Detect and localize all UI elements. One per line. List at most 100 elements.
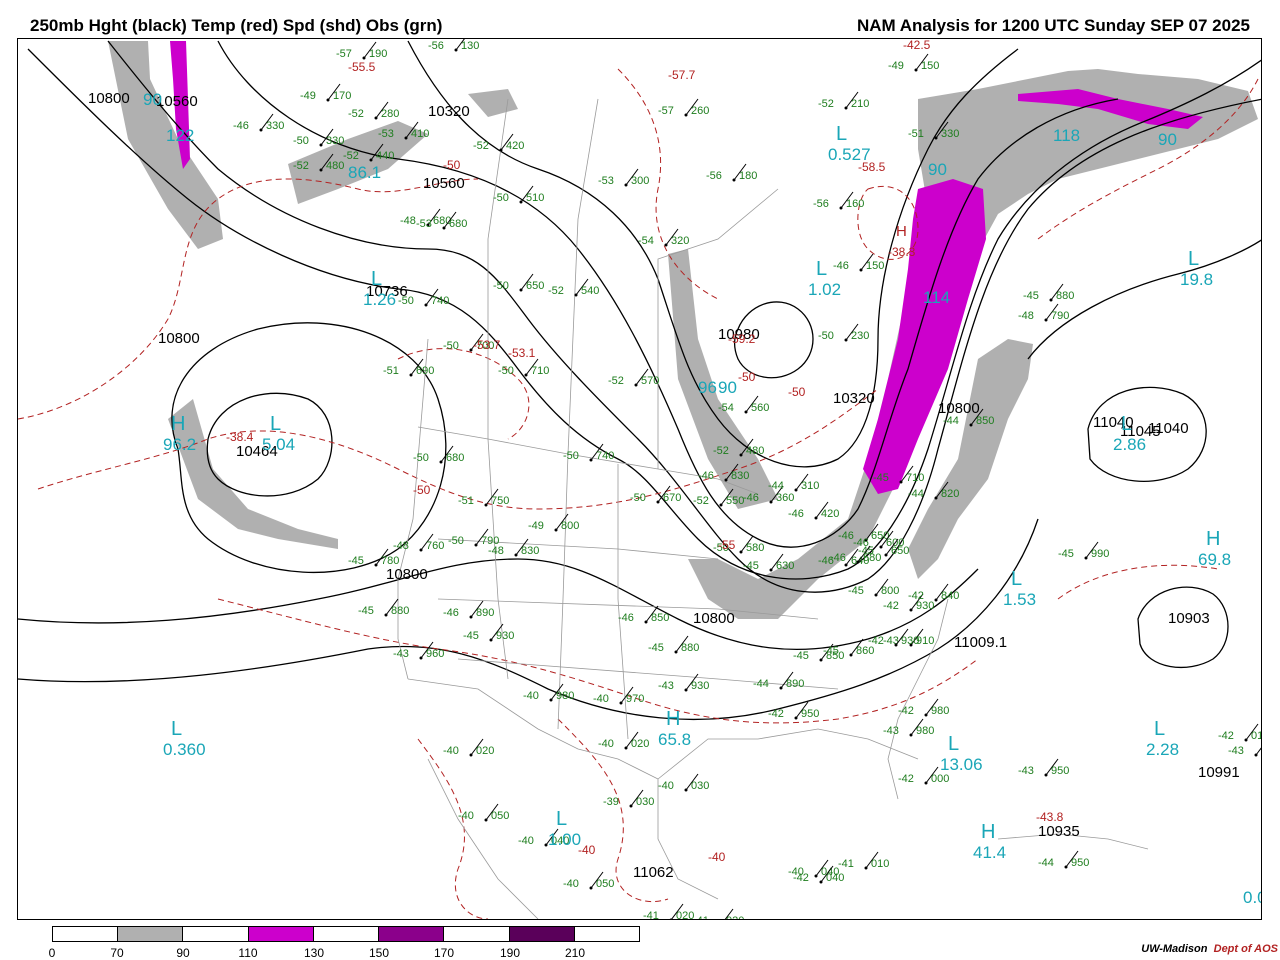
obs-height: 880 [681, 642, 699, 654]
obs-height: 150 [866, 260, 884, 272]
height-label: 10800 [386, 566, 428, 583]
obs-height: 330 [326, 135, 344, 147]
obs-temperature: -40 [598, 738, 614, 750]
obs-height: 030 [691, 780, 709, 792]
obs-height: 980 [556, 690, 574, 702]
scale-tick-label: 190 [499, 946, 521, 960]
obs-height: 850 [651, 612, 669, 624]
obs-height: 680 [449, 218, 467, 230]
pressure-center-letter: L [816, 258, 828, 280]
station-plot: -45 800 [848, 578, 899, 597]
station-plot: -57 260 [658, 98, 709, 117]
credit-dept: Dept of AOS [1213, 943, 1278, 955]
obs-height: 050 [491, 810, 509, 822]
pressure-center-value: 69.8 [1198, 550, 1232, 569]
obs-temperature: -50 [413, 452, 429, 464]
scale-tick-label: 0 [48, 946, 56, 960]
obs-height: 150 [921, 60, 939, 72]
obs-temperature: -49 [528, 520, 544, 532]
temperature-label: -38.4 [226, 430, 254, 444]
station-plot: -45 880 [358, 598, 409, 617]
obs-height: 970 [626, 693, 644, 705]
obs-temperature: -40 [443, 745, 459, 757]
speed-label: 90 [928, 160, 947, 179]
obs-temperature: -40 [563, 878, 579, 890]
pressure-center-letter: L [1188, 248, 1200, 270]
temperature-label: -43.8 [1036, 810, 1064, 824]
obs-height: 830 [521, 545, 539, 557]
station-plot: -44 950 [1038, 850, 1089, 869]
speed-label: 122 [166, 126, 195, 145]
scale-tick-label: 90 [176, 946, 190, 960]
obs-height: 580 [863, 552, 881, 564]
station-plot: -51 690 [383, 358, 434, 377]
station-plot: -40 030 [658, 773, 709, 792]
temperature-label: -50 [413, 483, 431, 497]
pressure-center-letter: L [171, 718, 183, 740]
station-plot: -52 280 [348, 101, 399, 120]
scale-segment [118, 927, 184, 941]
obs-height: 480 [746, 445, 764, 457]
obs-height: 890 [476, 607, 494, 619]
temperature-label: -59.2 [728, 332, 756, 346]
obs-temperature: -46 [788, 508, 804, 520]
scale-segment [313, 927, 380, 941]
obs-temperature: -40 [518, 835, 534, 847]
obs-temperature: -41 [838, 858, 854, 870]
scale-segment [574, 927, 639, 941]
temperature-label: -50 [443, 158, 461, 172]
obs-temperature: -48 [400, 215, 416, 227]
pressure-center-letter: H [896, 223, 907, 240]
obs-height: 950 [1051, 765, 1069, 777]
obs-height: 820 [941, 488, 959, 500]
obs-temperature: -40 [523, 690, 539, 702]
station-plot: -45 930 [463, 623, 514, 642]
obs-temperature: -40 [658, 780, 674, 792]
obs-temperature: -45 [648, 642, 664, 654]
obs-temperature: -43 [1228, 745, 1244, 757]
speed-label: 96 [698, 378, 717, 397]
height-label: 11009.1 [954, 634, 1008, 651]
station-plot: -40 980 [523, 683, 574, 702]
height-label: 11062 [633, 864, 674, 881]
obs-temperature: -50 [493, 280, 509, 292]
height-label: 10800 [88, 90, 130, 107]
obs-temperature: -44 [768, 480, 784, 492]
obs-height: 840 [941, 590, 959, 602]
obs-height: 890 [786, 678, 804, 690]
pressure-center-letter: L [556, 808, 568, 830]
station-plot: -54 320 [638, 228, 689, 247]
obs-height: 950 [1071, 857, 1089, 869]
obs-height: 690 [416, 365, 434, 377]
temperature-label: -40 [708, 850, 726, 864]
obs-temperature: -45 [848, 585, 864, 597]
obs-height: 880 [1056, 290, 1074, 302]
station-plot: -49 170 [300, 83, 351, 102]
obs-temperature: -44 [908, 488, 924, 500]
obs-height: 550 [726, 495, 744, 507]
obs-height: 930 [901, 635, 919, 647]
obs-temperature: -46 [698, 470, 714, 482]
speed-label: 90 [718, 378, 737, 397]
obs-height: 010 [1261, 745, 1262, 757]
obs-height: 790 [1051, 310, 1069, 322]
obs-temperature: -48 [1018, 310, 1034, 322]
obs-height: 020 [726, 915, 744, 920]
pressure-center-value: 13.06 [940, 755, 983, 774]
station-plot: -42 980 [898, 698, 949, 717]
obs-height: 180 [739, 170, 757, 182]
station-plot: -40 970 [593, 686, 644, 705]
pressure-center-letter: L [948, 733, 960, 755]
obs-temperature: -42 [768, 708, 784, 720]
scale-segment [248, 927, 314, 941]
obs-temperature: -52 [713, 445, 729, 457]
station-plot: -49 150 [888, 53, 939, 72]
pressure-center-value: 0.360 [163, 740, 206, 759]
obs-temperature: -45 [743, 560, 759, 572]
west-coast [397, 338, 429, 680]
station-plot: -53 300 [598, 168, 649, 187]
obs-height: 710 [531, 365, 549, 377]
height-label: 10800 [693, 610, 735, 627]
obs-height: 980 [931, 705, 949, 717]
obs-temperature: -52 [693, 495, 709, 507]
